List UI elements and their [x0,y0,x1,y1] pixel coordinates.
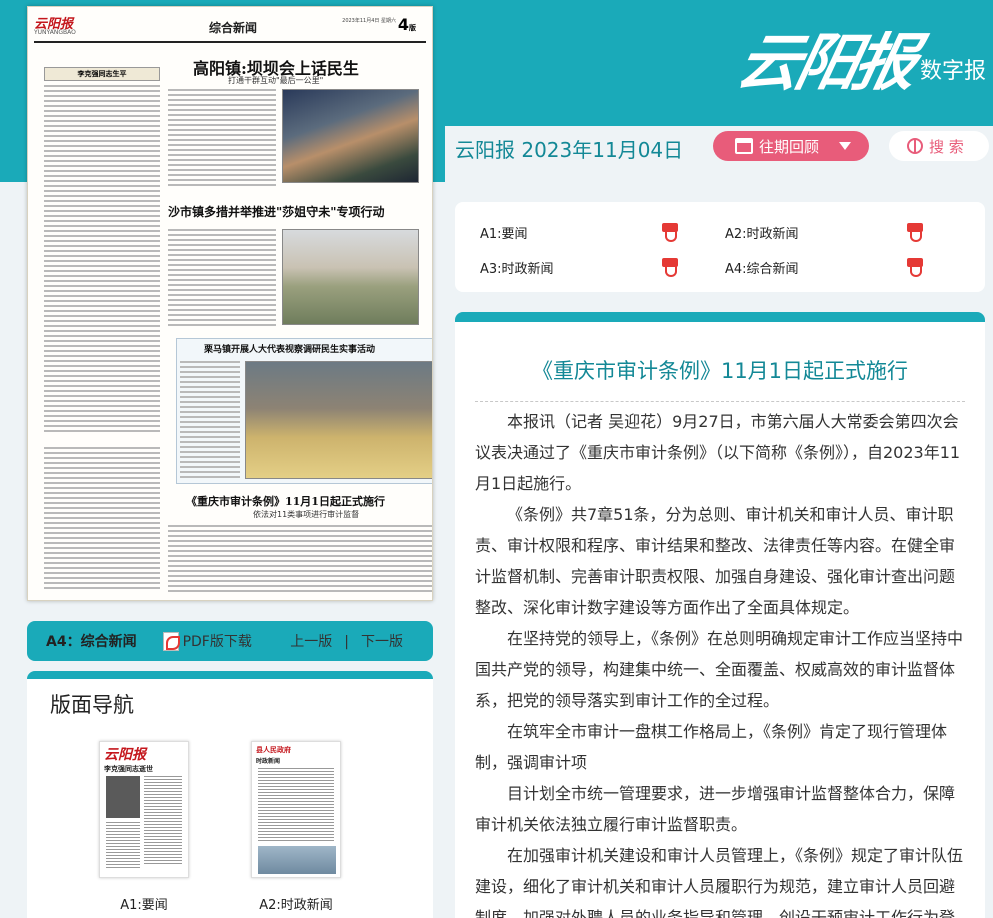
toc-item-a4[interactable]: A4:综合新闻 [725,258,799,277]
pagination-divider: | [344,634,349,650]
paper-photo [282,229,419,325]
paper-section: 综合新闻 [209,21,258,35]
toc-item-a1[interactable]: A1:要闻 [480,223,528,242]
paper-header: 云阳报 YUNYANGBAO 综合新闻 2023年11月4日 星期六 4版 [34,13,426,43]
paper-box-label: 李克强同志生平 [44,67,160,81]
paper-meta: 2023年11月4日 星期六 [342,18,396,24]
page-nav-title: 版面导航 [50,693,134,717]
thumb-text [106,822,140,870]
pdf-download-link[interactable]: PDF版下载 [183,631,252,651]
paper-photo [245,361,432,479]
thumb-label-a1[interactable]: A1:要闻 [84,894,204,913]
paper-headline-2[interactable]: 沙市镇多措并举推进"莎姐守未"专项行动 [168,203,385,220]
page-nav-panel: 版面导航 云阳报 李克强同志逝世 县人民政府 时政新闻 A1:要闻 A2:时政新… [27,671,433,918]
thumb-photo [106,776,140,818]
article-paragraph: 《条例》共7章51条，分为总则、审计机关和审计人员、审计职责、审计权限和程序、审… [475,505,956,617]
pdf-icon[interactable] [162,631,180,651]
search-label: 搜 索 [929,137,964,156]
article-paragraph: 在筑牢全市审计一盘棋工作格局上，《条例》肯定了现行管理体制，强调审计项 [475,722,948,772]
next-page-link[interactable]: 下一版 [361,634,403,650]
article-paragraph: 本报讯（记者 吴迎花）9月27日，市第六届人大常委会第四次会议表决通过了《重庆市… [475,412,961,493]
paper-text-column [168,229,276,329]
newspaper-page-preview[interactable]: 云阳报 YUNYANGBAO 综合新闻 2023年11月4日 星期六 4版 李克… [27,6,433,601]
prev-page-link[interactable]: 上一版 [290,634,332,650]
archive-button[interactable]: 往期回顾 [713,131,869,161]
paper-text-column [168,525,432,593]
paper-page-no: 4版 [397,15,416,34]
thumb-lead: 时政新闻 [256,758,281,765]
thumb-photo [258,846,336,874]
pdf-icon[interactable] [662,223,678,243]
article-title: 《重庆市审计条例》11月1日起正式施行 [531,359,909,383]
paper-headline-4[interactable]: 《重庆市审计条例》11月1日起正式施行 [186,493,385,509]
logo-subtitle: 数字报 [920,59,987,84]
pdf-icon[interactable] [662,258,678,278]
search-button[interactable]: 搜 索 [889,131,989,161]
pdf-icon[interactable] [907,258,923,278]
article-paragraph: 目计划全市统一管理要求，进一步增强审计监督整体合力，保障审计机关依法独立履行审计… [475,784,956,834]
toc-item-a3[interactable]: A3:时政新闻 [480,258,554,277]
paper-text-column [44,447,160,592]
article-paragraph: 在坚持党的领导上，《条例》在总则明确规定审计工作应当坚持中国共产党的领导，构建集… [475,629,964,710]
thumb-text [144,776,182,866]
paper-headline-3[interactable]: 栗马镇开展人大代表视察调研民生实事活动 [204,342,375,355]
paper-text-column [180,361,240,479]
toc-item-a2[interactable]: A2:时政新闻 [725,223,799,242]
paper-sub-4: 依法对11类事项进行审计监督 [253,510,360,519]
article-panel: 《重庆市审计条例》11月1日起正式施行 本报讯（记者 吴迎花）9月27日，市第六… [455,312,985,918]
page-bar: A4：综合新闻 PDF版下载 上一版 | 下一版 [27,621,433,661]
site-logo[interactable]: 云阳报数字报 [731,12,987,102]
pdf-icon[interactable] [907,223,923,243]
thumb-masthead: 云阳报 [104,747,146,763]
globe-icon [907,138,923,154]
paper-text-column [44,85,160,435]
page-thumbnail-a2[interactable]: 县人民政府 时政新闻 [251,741,341,878]
calendar-icon [735,138,753,154]
current-page-label: A4：综合新闻 [46,634,137,650]
thumb-text [258,768,334,842]
paper-masthead-en: YUNYANGBAO [34,29,76,36]
page-toc: A1:要闻 A2:时政新闻 A3:时政新闻 A4:综合新闻 [455,202,985,292]
logo-calligraphy: 云阳报 [731,26,921,99]
thumb-label-a2[interactable]: A2:时政新闻 [236,894,356,913]
page-thumbnail-a1[interactable]: 云阳报 李克强同志逝世 [99,741,189,878]
issue-date: 云阳报 2023年11月04日 [455,138,684,162]
page-pagination: 上一版 | 下一版 [284,631,409,651]
archive-label: 往期回顾 [759,137,820,156]
article-divider [475,401,965,402]
dropdown-arrow-icon [839,142,852,150]
thumb-lead: 李克强同志逝世 [104,764,153,773]
article-paragraph: 在加强审计机关建设和审计人员管理上，《条例》规定了审计队伍建设，细化了审计机关和… [475,846,964,918]
article-body: 本报讯（记者 吴迎花）9月27日，市第六届人大常委会第四次会议表决通过了《重庆市… [475,406,967,918]
thumb-masthead: 县人民政府 [256,745,291,754]
paper-sub-1: 打通干群互动"最后一公里" [228,76,324,85]
paper-text-column [168,89,276,187]
paper-photo [282,89,419,183]
